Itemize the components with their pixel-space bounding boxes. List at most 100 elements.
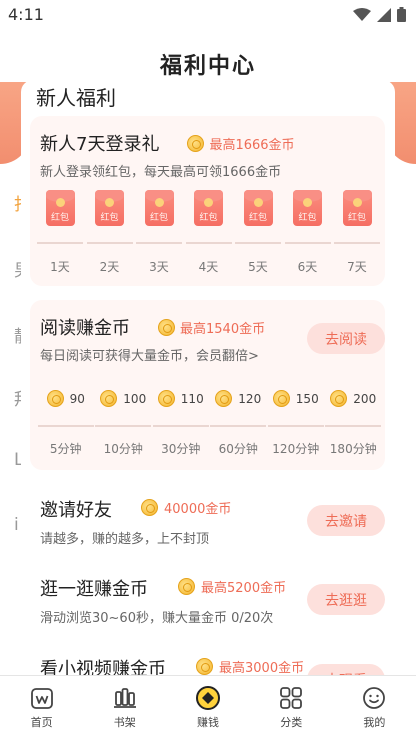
title-bar: 福利中心 [0, 30, 416, 86]
red-packet-label: 红包 [199, 213, 218, 223]
tab-label: 分类 [280, 716, 303, 729]
coin-icon [272, 390, 290, 407]
day-slot[interactable]: 红包 4天 [185, 190, 233, 275]
day-label: 6天 [297, 260, 318, 274]
divider [37, 425, 94, 427]
battery-icon [397, 7, 406, 22]
task-reward-text: 40000金币 [164, 502, 232, 517]
day-slot[interactable]: 红包 6天 [284, 190, 332, 275]
signal-icon [377, 7, 391, 22]
go-browse-button[interactable]: 去逛逛 [307, 584, 385, 615]
day-slot[interactable]: 红包 5天 [234, 190, 282, 275]
coin-icon [330, 390, 348, 407]
day-slot[interactable]: 红包 3天 [135, 190, 183, 275]
read-step-coins: 100 [123, 391, 147, 406]
welfare-panel: 新人福利 新人7天登录礼 最高1666金币 新人登录领红包，每天最高可领1666… [21, 80, 395, 675]
task-reward: 最高3000金币 [196, 657, 304, 675]
coin-icon [195, 685, 221, 711]
section-title: 新人福利 [36, 86, 116, 110]
read-step-label: 30分钟 [161, 442, 201, 456]
divider [95, 425, 152, 427]
read-step: 110 30分钟 [152, 390, 210, 457]
tab-profile[interactable]: 我的 [333, 676, 416, 739]
go-watch-button[interactable]: 去观看 [307, 664, 385, 675]
tab-home[interactable]: 首页 [0, 676, 83, 739]
go-invite-button[interactable]: 去邀请 [307, 505, 385, 536]
tab-bookshelf[interactable]: 书架 [83, 676, 166, 739]
divider [210, 425, 267, 427]
read-reward-card: 阅读赚金币 最高1540金币 每日阅读可获得大量金币，会员翻倍> 去阅读 90 … [30, 300, 385, 470]
read-reward-text: 最高1540金币 [180, 321, 266, 337]
login-reward-header: 新人7天登录礼 最高1666金币 [40, 130, 295, 156]
red-packet-icon: 红包 [342, 190, 372, 226]
day-slot[interactable]: 红包 7天 [333, 190, 381, 275]
page-title: 福利中心 [159, 54, 256, 79]
red-packet-icon: 红包 [144, 190, 174, 226]
read-step-label: 120分钟 [272, 442, 320, 456]
read-step-label: 180分钟 [329, 442, 377, 456]
task-invite: 邀请好友 40000金币 请越多，赚的越多，上不封顶 去邀请 [21, 496, 395, 562]
divider [185, 242, 232, 244]
login-reward-text: 最高1666金币 [209, 137, 295, 153]
tab-label: 赚钱 [197, 716, 219, 729]
read-step-coins: 120 [238, 391, 262, 406]
day-label: 4天 [198, 260, 219, 274]
red-packet-label: 红包 [347, 213, 366, 223]
task-reward-text: 最高5200金币 [201, 581, 287, 596]
divider [235, 242, 281, 244]
profile-icon [361, 685, 387, 711]
red-packet-label: 红包 [298, 213, 317, 223]
red-packet-icon: 红包 [45, 190, 75, 226]
status-bar: 4:11 [0, 0, 416, 30]
home-icon [29, 685, 55, 711]
read-reward-title: 阅读赚金币 [40, 318, 130, 339]
red-packet-icon: 红包 [243, 190, 273, 226]
read-step-label: 60分钟 [218, 442, 258, 456]
coin-icon [141, 499, 158, 516]
category-icon [278, 685, 304, 711]
background-char: i [14, 515, 19, 535]
task-reward: 最高5200金币 [178, 577, 286, 596]
read-step-label: 5分钟 [49, 442, 82, 456]
red-packet-label: 红包 [149, 213, 168, 223]
status-icons [353, 7, 406, 22]
day-label: 1天 [50, 260, 70, 274]
read-step: 200 180分钟 [325, 390, 383, 457]
read-step: 90 5分钟 [37, 390, 95, 457]
tab-category[interactable]: 分类 [250, 676, 333, 739]
divider [267, 425, 324, 427]
day-slot[interactable]: 红包 1天 [36, 190, 84, 275]
wifi-icon [353, 7, 371, 21]
tab-label: 我的 [363, 716, 386, 729]
day-label: 3天 [149, 260, 169, 274]
red-packet-icon: 红包 [293, 190, 322, 226]
divider [334, 242, 380, 244]
login-reward-amount: 最高1666金币 [187, 134, 295, 153]
divider [325, 425, 382, 427]
read-step: 100 10分钟 [95, 390, 153, 457]
task-title: 看小视频赚金币 [40, 659, 166, 675]
read-step-coins: 110 [180, 391, 204, 406]
login-reward-title: 新人7天登录礼 [40, 134, 160, 155]
tab-label: 书架 [113, 716, 136, 729]
coin-icon [157, 390, 175, 407]
tab-earn[interactable]: 赚钱 [166, 676, 249, 739]
read-reward-description[interactable]: 每日阅读可获得大量金币，会员翻倍> [40, 345, 259, 364]
task-reward-text: 最高3000金币 [219, 661, 305, 675]
login-reward-description: 新人登录领红包，每天最高可领1666金币 [40, 165, 282, 180]
go-read-button[interactable]: 去阅读 [307, 323, 385, 354]
task-title: 邀请好友 [40, 500, 112, 521]
task-title: 逛一逛赚金币 [40, 579, 148, 600]
day-slot[interactable]: 红包 2天 [86, 190, 134, 275]
coin-icon [158, 318, 175, 336]
status-time: 4:11 [8, 5, 44, 24]
coin-icon [187, 134, 205, 152]
coin-icon [215, 390, 233, 407]
divider [152, 425, 209, 427]
read-reward-header: 阅读赚金币 最高1540金币 [40, 314, 265, 340]
day-label: 5天 [248, 260, 268, 274]
divider [284, 242, 331, 244]
task-browse: 逛一逛赚金币 最高5200金币 滑动浏览30~60秒，赚大量金币 0/20次 去… [21, 575, 395, 641]
red-packet-icon: 红包 [194, 190, 223, 226]
divider [136, 242, 182, 244]
